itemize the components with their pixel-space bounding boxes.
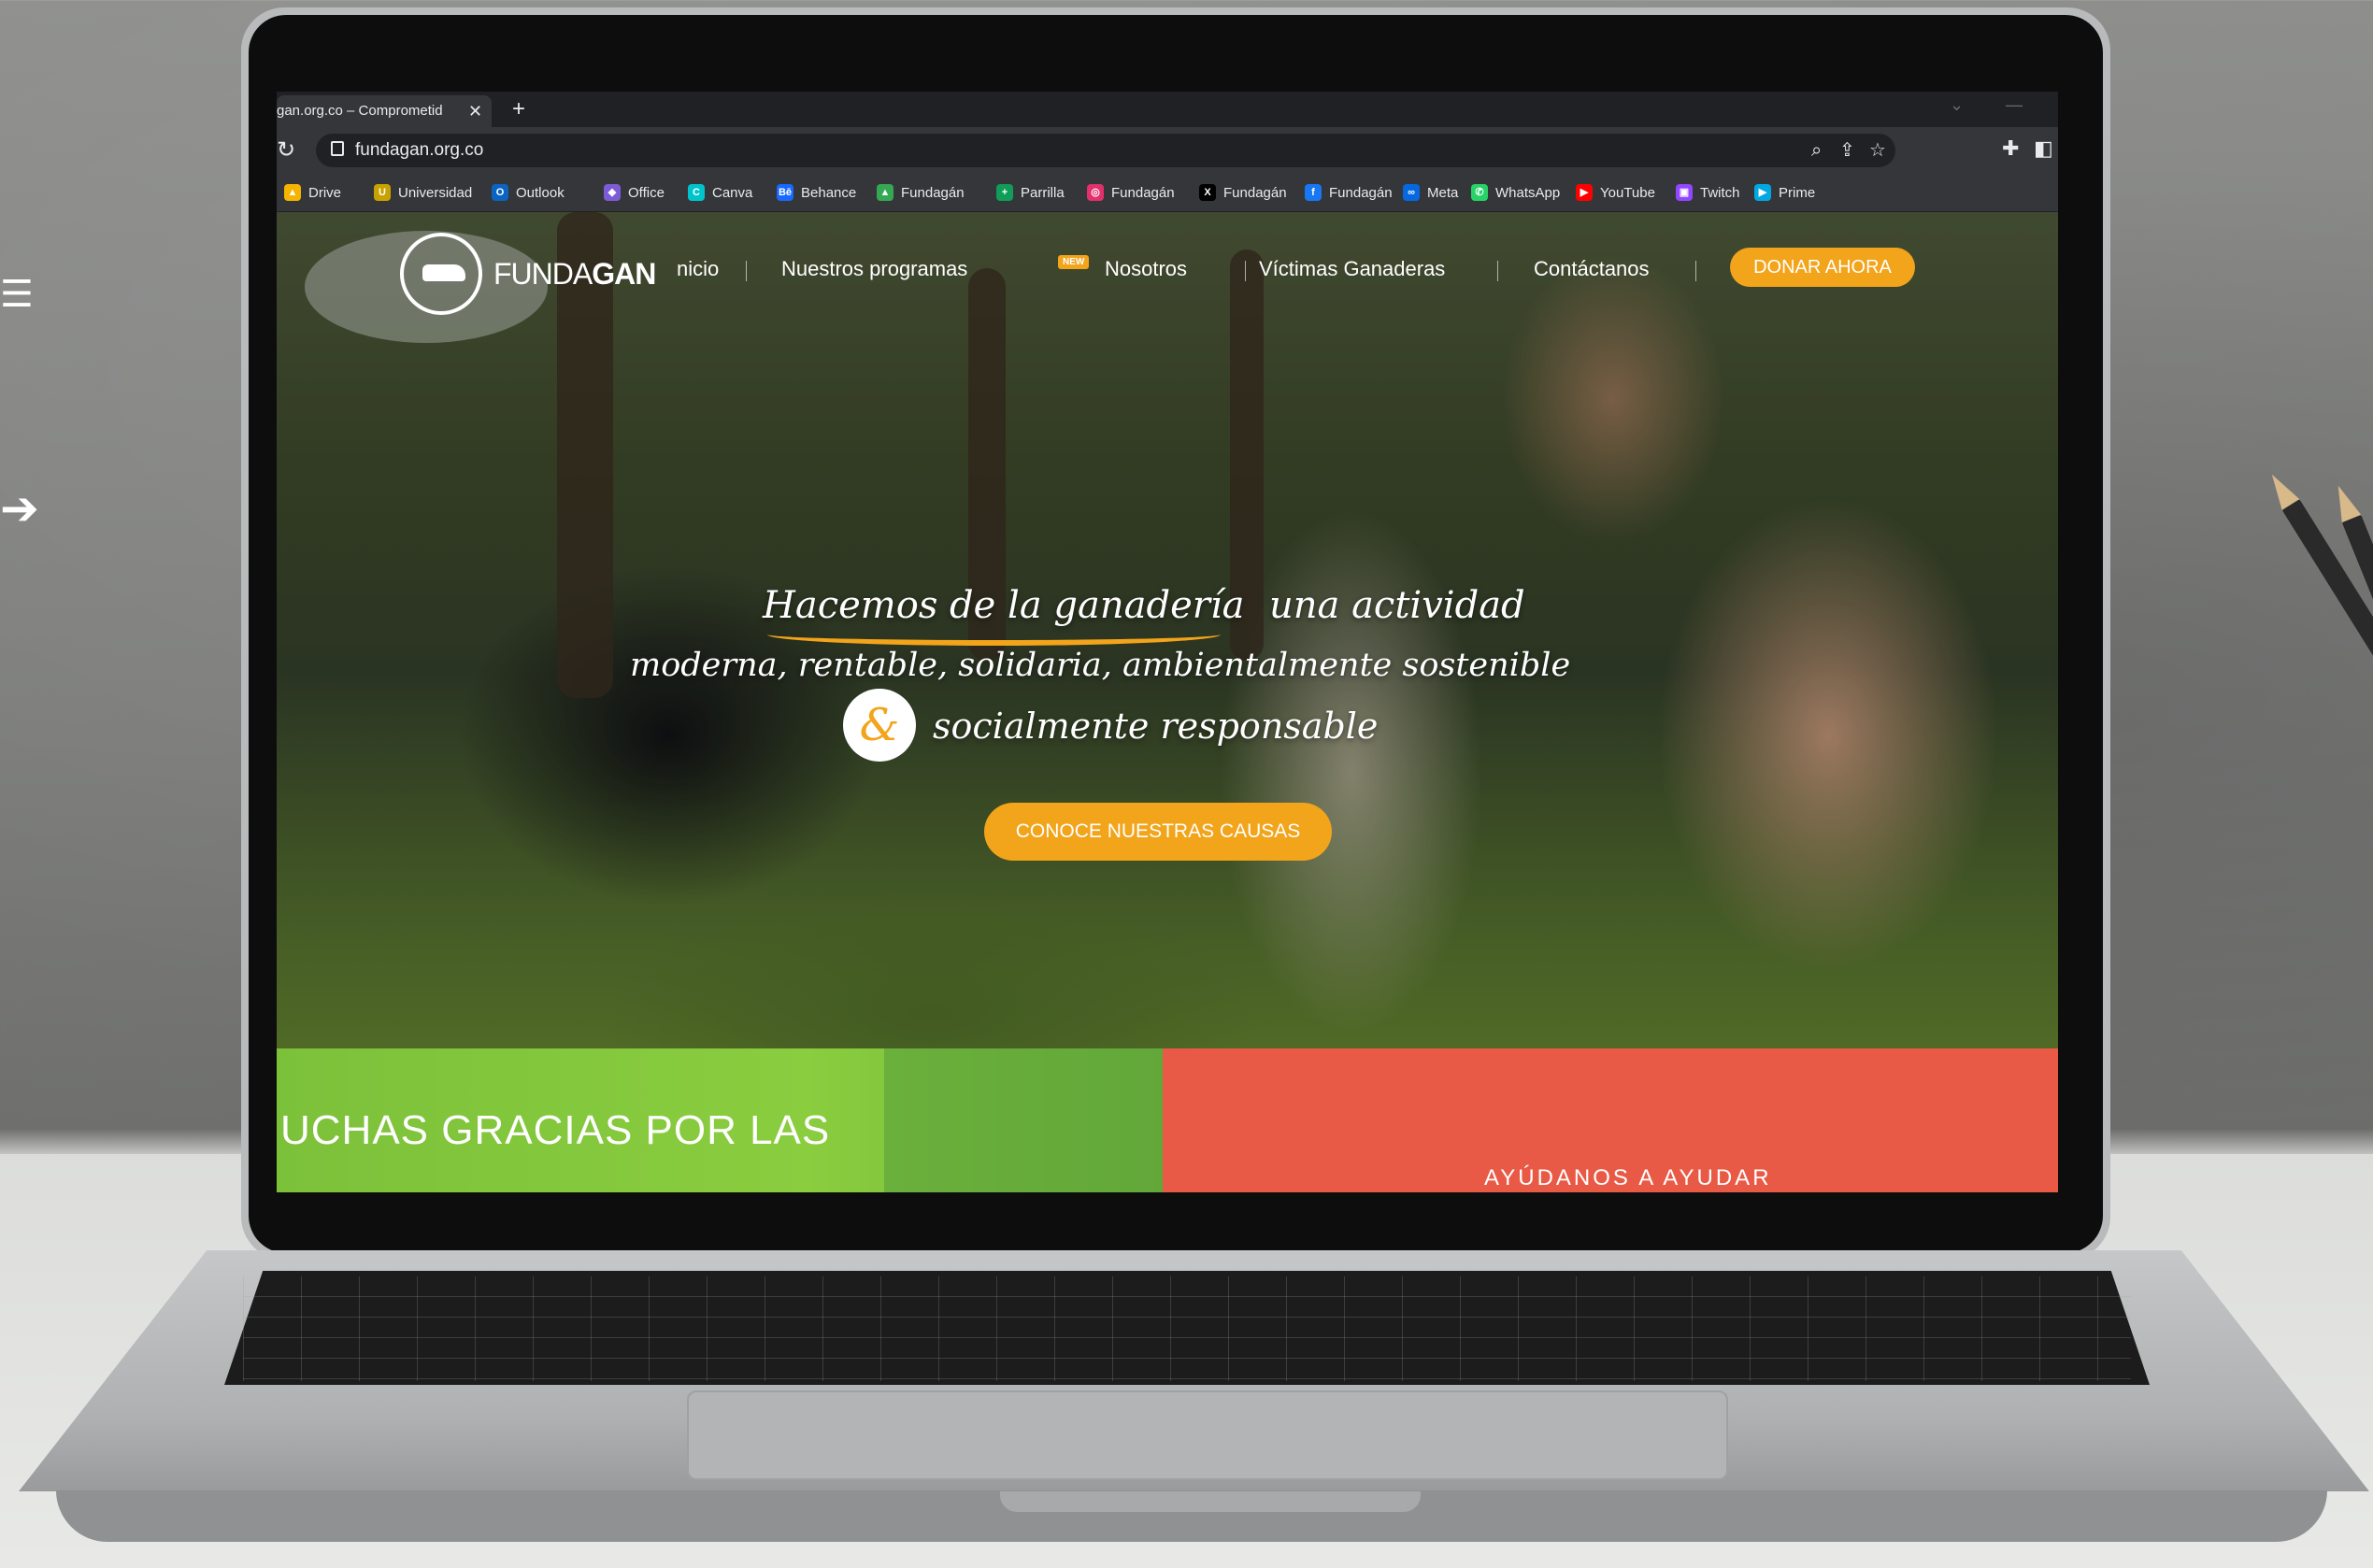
- nav-separator: [1695, 261, 1696, 281]
- bookmark-label: Fundagán: [1111, 184, 1175, 201]
- bookmark-drive-0[interactable]: ▲ Drive: [284, 174, 341, 211]
- reload-icon[interactable]: ↻: [277, 136, 295, 164]
- bookmark-label: Office: [628, 184, 665, 201]
- bookmark-outlook-2[interactable]: O Outlook: [492, 174, 565, 211]
- lock-icon: [331, 141, 344, 156]
- logo-cow-emblem: [400, 233, 482, 315]
- bookmark-whatsapp-12[interactable]: ✆ WhatsApp: [1471, 174, 1560, 211]
- instagram-icon: ◎: [1087, 184, 1104, 201]
- nav-inicio[interactable]: nicio: [677, 257, 719, 281]
- university-shield-icon: U: [374, 184, 391, 201]
- laptop-screen: gan.org.co – Comprometid ✕ + ⌄ — ↻ funda…: [277, 92, 2058, 1192]
- google-drive-icon: ▲: [284, 184, 301, 201]
- new-tab-button[interactable]: +: [512, 93, 525, 125]
- twitch-icon: ▣: [1676, 184, 1693, 201]
- headline-line1a: Hacemos de la ganadería: [763, 584, 1245, 627]
- browser-tab-strip: gan.org.co – Comprometid ✕ + ⌄ —: [277, 92, 2058, 127]
- bookmark-prime-15[interactable]: ▶ Prime: [1754, 174, 1815, 211]
- url-text[interactable]: fundagan.org.co: [355, 134, 483, 167]
- logo-wordmark: FUNDAGAN: [493, 256, 656, 291]
- bookmark-label: Outlook: [516, 184, 565, 201]
- bookmark-label: Fundagán: [1329, 184, 1393, 201]
- office-icon: ◆: [604, 184, 621, 201]
- bookmark-label: Canva: [712, 184, 753, 201]
- bookmark-label: Prime: [1779, 184, 1816, 201]
- bookmark-label: Twitch: [1700, 184, 1740, 201]
- google-sheets-icon: +: [996, 184, 1013, 201]
- bookmark-twitch-14[interactable]: ▣ Twitch: [1676, 174, 1740, 211]
- x-twitter-icon: X: [1199, 184, 1216, 201]
- bookmark-youtube-13[interactable]: ▶ YouTube: [1576, 174, 1655, 211]
- bookmark-fundag-n-10[interactable]: f Fundagán: [1305, 174, 1393, 211]
- causes-button[interactable]: CONOCE NUESTRAS CAUSAS: [984, 803, 1332, 861]
- bookmark-label: YouTube: [1600, 184, 1655, 201]
- bookmark-universidad-1[interactable]: U Universidad: [374, 174, 472, 211]
- minimize-icon[interactable]: —: [2006, 95, 2023, 115]
- meta-icon: ∞: [1403, 184, 1420, 201]
- bookmark-canva-4[interactable]: C Canva: [688, 174, 752, 211]
- bookmark-meta-11[interactable]: ∞ Meta: [1403, 174, 1458, 211]
- tab-title: gan.org.co – Comprometid: [277, 103, 443, 119]
- bookmark-fundag-n-9[interactable]: X Fundagán: [1199, 174, 1287, 211]
- thanks-banner-text: UCHAS GRACIAS POR LAS: [280, 1107, 831, 1153]
- nav-about[interactable]: Nosotros: [1105, 257, 1187, 281]
- website-viewport: FUNDAGAN nicio Nuestros programas NEW No…: [277, 212, 2058, 1192]
- address-bar[interactable]: fundagan.org.co ⌕ ⇪ ☆: [316, 134, 1895, 167]
- browser-toolbar: ↻ fundagan.org.co ⌕ ⇪ ☆ ✚ ◧: [277, 127, 2058, 174]
- ampersand-badge: &: [843, 689, 916, 762]
- tab-search-chevron-icon[interactable]: ⌄: [1950, 95, 1964, 115]
- bookmark-label: Fundagán: [901, 184, 965, 201]
- bookmark-label: Fundagán: [1223, 184, 1287, 201]
- share-icon[interactable]: ⇪: [1839, 137, 1855, 164]
- fundagan-logo[interactable]: FUNDAGAN: [400, 233, 656, 315]
- canva-icon: C: [688, 184, 705, 201]
- bookmark-label: Parrilla: [1021, 184, 1065, 201]
- headline-line1b: una actividad: [1269, 584, 1525, 627]
- bookmark-label: Universidad: [398, 184, 473, 201]
- extensions-puzzle-icon[interactable]: ✚: [2002, 136, 2019, 161]
- headline-line3: socialmente responsable: [933, 706, 1379, 747]
- bookmark-label: WhatsApp: [1495, 184, 1561, 201]
- trackpad: [687, 1390, 1728, 1480]
- google-drive-icon: ▲: [877, 184, 893, 201]
- facebook-icon: f: [1305, 184, 1322, 201]
- outlook-icon: O: [492, 184, 508, 201]
- new-badge: NEW: [1058, 255, 1090, 269]
- side-panel-icon[interactable]: ◧: [2034, 136, 2053, 161]
- nav-separator: [746, 261, 747, 281]
- whatsapp-icon: ✆: [1471, 184, 1488, 201]
- browser-tab[interactable]: gan.org.co – Comprometid ✕: [277, 95, 492, 127]
- help-banner-text: AYÚDANOS A AYUDAR: [1484, 1165, 1772, 1190]
- nav-victims[interactable]: Víctimas Ganaderas: [1259, 257, 1445, 281]
- nav-contact[interactable]: Contáctanos: [1534, 257, 1650, 281]
- bookmark-label: Behance: [801, 184, 857, 201]
- nav-separator: [1245, 261, 1246, 281]
- bookmark-label: Drive: [308, 184, 342, 201]
- bookmark-parrilla-7[interactable]: + Parrilla: [996, 174, 1065, 211]
- bookmark-label: Meta: [1427, 184, 1459, 201]
- bookmark-fundag-n-6[interactable]: ▲ Fundagán: [877, 174, 965, 211]
- close-tab-icon[interactable]: ✕: [468, 95, 482, 127]
- nav-separator: [1497, 261, 1498, 281]
- lid-notch: [1000, 1491, 1421, 1512]
- donate-button[interactable]: DONAR AHORA: [1730, 248, 1915, 287]
- arrow-right-icon: ➔: [0, 481, 39, 535]
- bookmark-fundag-n-8[interactable]: ◎ Fundagán: [1087, 174, 1175, 211]
- behance-icon: Bē: [777, 184, 793, 201]
- keyboard-keys: [243, 1276, 2131, 1381]
- bookmark-office-3[interactable]: ◆ Office: [604, 174, 665, 211]
- prime-video-icon: ▶: [1754, 184, 1771, 201]
- nav-programs[interactable]: Nuestros programas: [781, 257, 967, 281]
- bookmark-star-icon[interactable]: ☆: [1869, 137, 1886, 164]
- menu-lines-icon: ☰: [0, 273, 34, 316]
- search-icon[interactable]: ⌕: [1811, 137, 1822, 164]
- headline-underline: [767, 623, 1221, 646]
- bookmarks-bar: ▲ Drive U Universidad O Outlook ◆ Office C Canva B…: [277, 174, 2058, 212]
- youtube-icon: ▶: [1576, 184, 1593, 201]
- bookmark-behance-5[interactable]: Bē Behance: [777, 174, 856, 211]
- thanks-banner-photo: [884, 1048, 1163, 1192]
- headline-line2: moderna, rentable, solidaria, ambientalm…: [630, 647, 1571, 684]
